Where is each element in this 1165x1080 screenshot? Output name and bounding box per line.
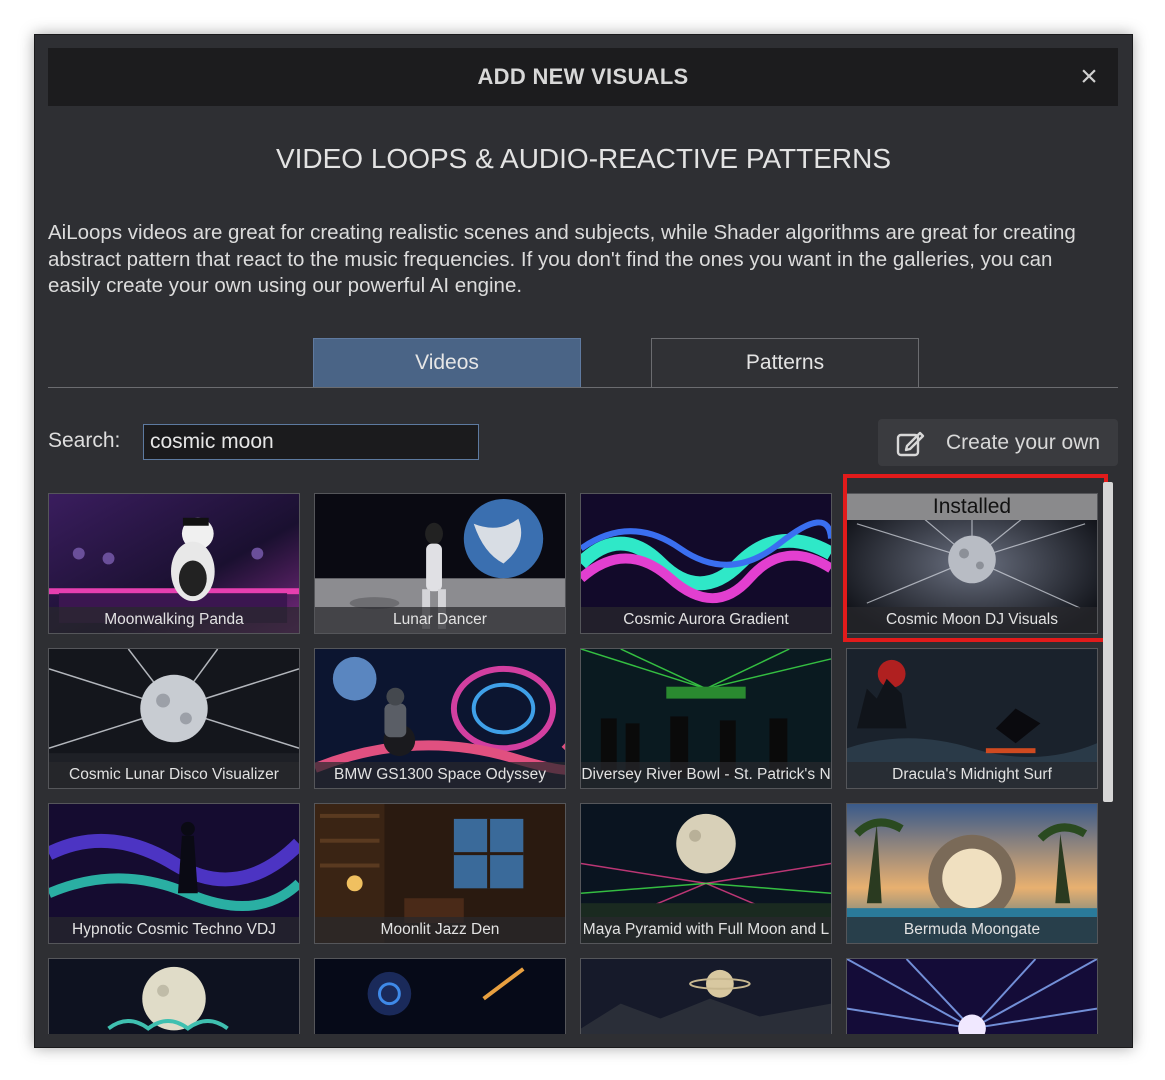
card-title: Moonwalking Panda — [49, 607, 299, 633]
card-title: BMW GS1300 Space Odyssey — [315, 762, 565, 788]
gallery-card[interactable]: Dracula's Midnight Surf — [846, 648, 1098, 789]
installed-badge: Installed — [847, 494, 1097, 520]
gallery-card[interactable]: Diversey River Bowl - St. Patrick's N — [580, 648, 832, 789]
gallery-card[interactable]: Hypnotic Cosmic Techno VDJ — [48, 803, 300, 944]
create-your-own-button[interactable]: Create your own — [878, 419, 1118, 466]
gallery-card[interactable]: Maya Pyramid with Full Moon and L — [580, 803, 832, 944]
thumbnail-image — [581, 959, 831, 1034]
gallery-card[interactable]: Installed Cosmic Moon DJ Visuals — [846, 493, 1098, 634]
gallery-card[interactable] — [846, 958, 1098, 1034]
page-heading: VIDEO LOOPS & AUDIO-REACTIVE PATTERNS — [275, 143, 892, 174]
tabs-divider — [48, 387, 1118, 388]
search-input[interactable] — [143, 424, 479, 460]
gallery-scrollbar[interactable] — [1103, 482, 1113, 802]
gallery-card[interactable]: Bermuda Moongate — [846, 803, 1098, 944]
card-title: Cosmic Moon DJ Visuals — [847, 607, 1097, 633]
gallery-card[interactable] — [580, 958, 832, 1034]
card-title: Diversey River Bowl - St. Patrick's N — [581, 762, 831, 788]
card-title: Lunar Dancer — [315, 607, 565, 633]
thumbnail-image — [315, 959, 565, 1034]
card-title: Cosmic Lunar Disco Visualizer — [49, 762, 299, 788]
dialog-title: ADD NEW VISUALS — [477, 64, 689, 89]
card-title: Moonlit Jazz Den — [315, 917, 565, 943]
visuals-gallery: Moonwalking Panda Lunar Dancer Cosmic Au… — [48, 493, 1104, 1034]
gallery-card[interactable]: Cosmic Aurora Gradient — [580, 493, 832, 634]
card-title: Maya Pyramid with Full Moon and L — [581, 917, 831, 943]
edit-icon — [896, 431, 925, 457]
gallery-card[interactable]: Lunar Dancer — [314, 493, 566, 634]
card-title: Cosmic Aurora Gradient — [581, 607, 831, 633]
card-title: Dracula's Midnight Surf — [847, 762, 1097, 788]
description-text: AiLoops videos are great for creating re… — [48, 221, 1076, 297]
add-visuals-dialog: ADD NEW VISUALS × VIDEO LOOPS & AUDIO-RE… — [34, 34, 1133, 1048]
card-title: Bermuda Moongate — [847, 917, 1097, 943]
create-your-own-label: Create your own — [946, 431, 1101, 454]
card-title: Hypnotic Cosmic Techno VDJ — [49, 917, 299, 943]
search-label: Search: — [48, 429, 121, 452]
close-icon[interactable]: × — [1074, 62, 1104, 92]
dialog-titlebar: ADD NEW VISUALS × — [48, 48, 1118, 106]
tab-videos[interactable]: Videos — [313, 338, 581, 387]
gallery-card[interactable] — [314, 958, 566, 1034]
gallery-card[interactable]: Moonlit Jazz Den — [314, 803, 566, 944]
thumbnail-image — [49, 959, 299, 1034]
gallery-card[interactable]: Moonwalking Panda — [48, 493, 300, 634]
thumbnail-image — [847, 959, 1097, 1034]
gallery-card[interactable]: Cosmic Lunar Disco Visualizer — [48, 648, 300, 789]
gallery-card[interactable]: BMW GS1300 Space Odyssey — [314, 648, 566, 789]
tab-patterns[interactable]: Patterns — [651, 338, 919, 387]
gallery-card[interactable] — [48, 958, 300, 1034]
